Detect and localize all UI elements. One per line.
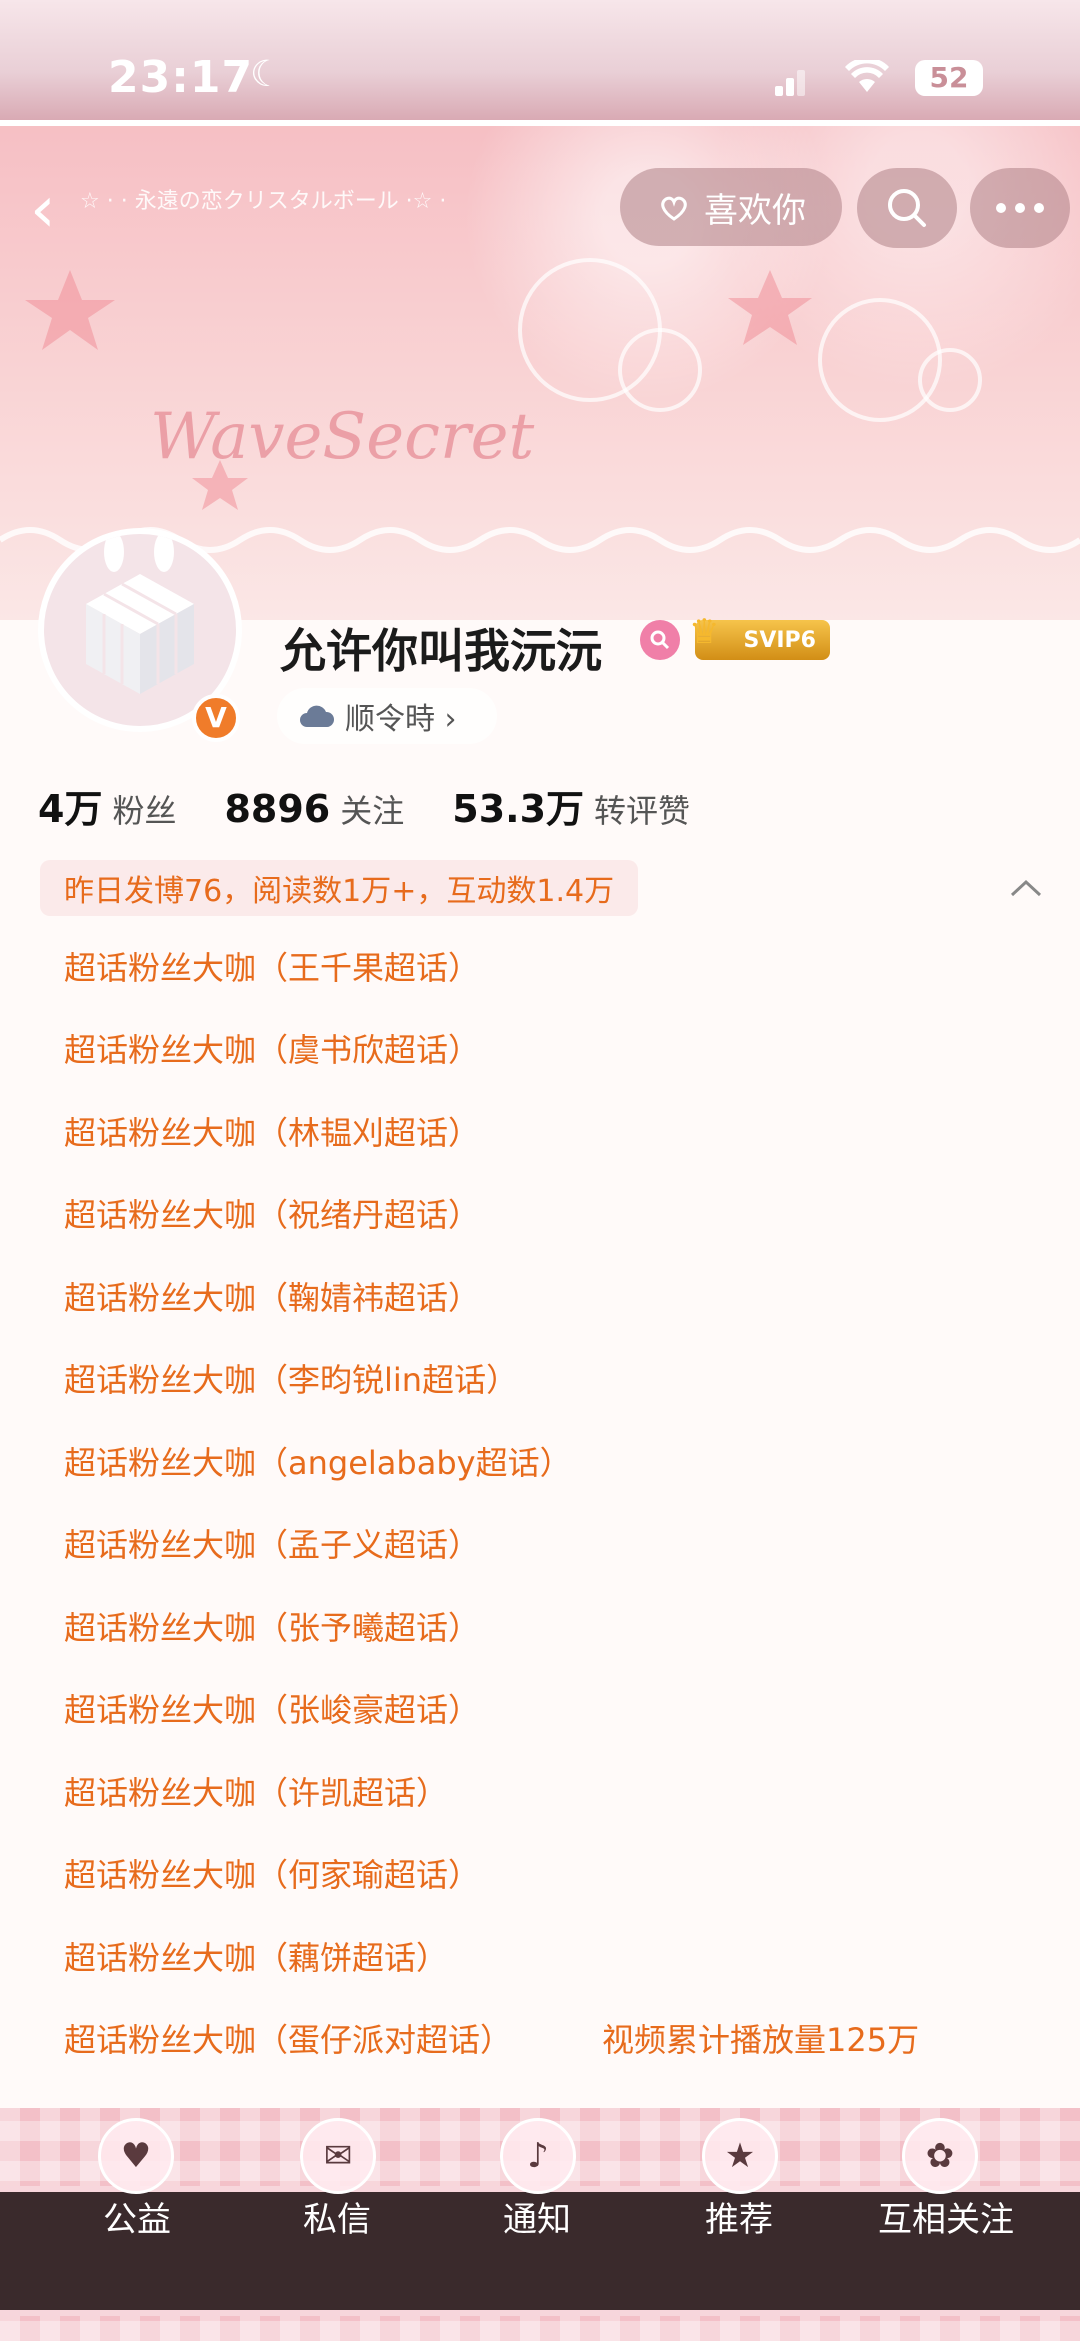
status-time: 23:17 [108, 52, 254, 103]
wifi-icon [845, 57, 889, 104]
following-count[interactable]: 8896 [224, 787, 330, 831]
status-bar: 23:17 ☾ 52 [0, 0, 1080, 140]
video-plays-stat[interactable]: 视频累计播放量125万 [602, 2012, 919, 2068]
like-you-button[interactable]: 喜欢你 [620, 168, 842, 246]
list-item[interactable]: 超话粉丝大咖（蛋仔派对超话） [64, 2012, 512, 2068]
list-item[interactable]: 超话粉丝大咖（许凯超话） [64, 1765, 448, 1821]
moon-icon: ☾ [250, 54, 283, 95]
banner-decor-text: WaveSecret [150, 400, 535, 474]
weather-label: 顺令時 › [345, 702, 457, 737]
list-item[interactable]: 超话粉丝大咖（张峻豪超话） [64, 1682, 480, 1738]
list-item[interactable]: 超话粉丝大咖（李昀锐lin超话） [64, 1352, 518, 1408]
fans-label[interactable]: 粉丝 [112, 786, 176, 832]
weather-chip[interactable]: 顺令時 › [277, 688, 497, 744]
tab-notifications[interactable]: 通知 [462, 2180, 612, 2260]
chevron-up-icon [1010, 879, 1042, 897]
heart-hand-icon [661, 196, 687, 221]
more-icon [996, 203, 1044, 213]
list-item[interactable]: 超话粉丝大咖（虞书欣超话） [64, 1022, 480, 1078]
svip-badge[interactable]: ♛ SVIP6 [689, 612, 830, 660]
list-item[interactable]: 超话粉丝大咖（藕饼超话） [64, 1930, 448, 1986]
cloud-icon [300, 705, 335, 727]
search-icon [888, 189, 926, 227]
verified-badge: V [192, 694, 240, 742]
list-item[interactable]: 超话粉丝大咖（何家瑜超话） [64, 1847, 480, 1903]
activity-summary[interactable]: 昨日发博76，阅读数1万+，互动数1.4万 [40, 860, 639, 916]
engagement-label[interactable]: 转评赞 [594, 786, 690, 832]
engagement-count[interactable]: 53.3万 [452, 778, 584, 833]
search-badge-icon[interactable] [640, 620, 680, 660]
profile-name: 允许你叫我沅沅 [280, 624, 602, 678]
fans-count[interactable]: 4万 [38, 778, 102, 833]
list-item[interactable]: 超话粉丝大咖（林韫刈超话） [64, 1105, 480, 1161]
collapse-button[interactable] [1000, 868, 1052, 908]
list-item[interactable]: 超话粉丝大咖（张予曦超话） [64, 1600, 480, 1656]
like-you-label: 喜欢你 [704, 190, 806, 231]
tab-messages[interactable]: 私信 [262, 2180, 412, 2260]
battery-indicator: 52 [915, 60, 983, 96]
tab-recommend[interactable]: 推荐 [664, 2180, 814, 2260]
svip-label: SVIP6 [743, 627, 817, 653]
search-button[interactable] [857, 168, 957, 248]
list-item[interactable]: 超话粉丝大咖（鞠婧祎超话） [64, 1270, 480, 1326]
list-item[interactable]: 超话粉丝大咖（angelababy超话） [64, 1435, 572, 1491]
crown-icon: ♛ [689, 612, 720, 652]
more-button[interactable] [970, 168, 1070, 248]
signal-icon [775, 66, 805, 96]
profile-stats: 4万 粉丝 8896 关注 53.3万 转评赞 [38, 778, 738, 831]
list-item[interactable]: 超话粉丝大咖（王千果超话） [64, 940, 480, 996]
tab-mutual-follow[interactable]: 互相关注 [856, 2180, 1036, 2260]
list-item[interactable]: 超话粉丝大咖（孟子义超话） [64, 1517, 480, 1573]
list-item[interactable]: 超话粉丝大咖（祝绪丹超话） [64, 1187, 480, 1243]
following-label[interactable]: 关注 [340, 786, 404, 832]
tab-charity[interactable]: 公益 [62, 2180, 212, 2260]
banner-caption: ☆ · · 永遠の恋クリスタルボール ·☆ · [80, 189, 447, 214]
